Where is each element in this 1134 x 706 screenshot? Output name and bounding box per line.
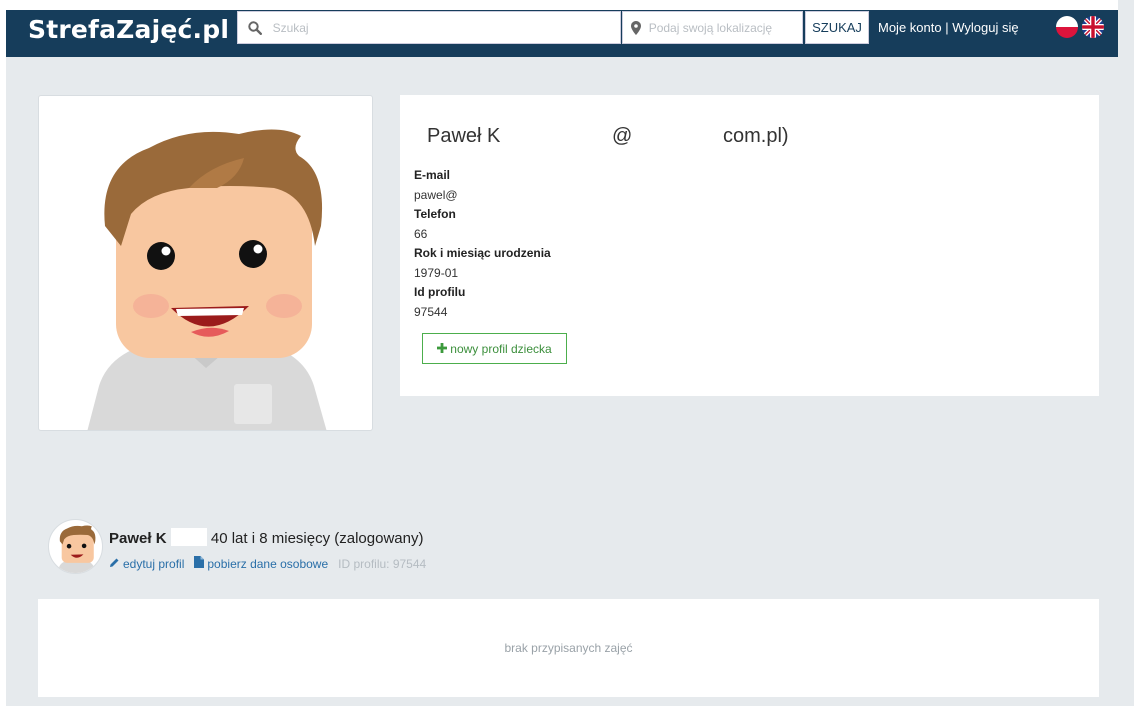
my-account-link[interactable]: Moje konto [878, 20, 942, 35]
file-icon [194, 556, 205, 571]
redacted-block [170, 528, 207, 546]
field-value-phone: 66 [414, 226, 428, 241]
search-button[interactable]: SZUKAJ [805, 11, 869, 44]
download-personal-data-label: pobierz dane osobowe [207, 556, 329, 571]
location-input[interactable] [648, 20, 802, 35]
location-field[interactable] [622, 11, 803, 44]
logout-link[interactable]: Wyloguj się [952, 20, 1018, 35]
profile-heading: Paweł K @ com.pl) [427, 125, 789, 148]
profile-info-card: Paweł K @ com.pl) E-mail pawel@ Telefon … [400, 95, 1099, 396]
search-input[interactable] [272, 20, 620, 35]
edit-profile-link[interactable]: edytuj profil [109, 557, 184, 571]
field-label-email: E-mail [414, 168, 451, 182]
new-child-profile-label: nowy profil dziecka [450, 341, 552, 356]
child-profile-id: ID profilu: 97544 [338, 556, 427, 571]
separator: | [945, 20, 949, 35]
profile-avatar [38, 95, 373, 431]
account-links: Moje konto | Wyloguj się [878, 20, 1019, 35]
profile-name: Paweł K [427, 125, 501, 147]
uk-flag-icon[interactable] [1082, 16, 1104, 38]
field-value-email: pawel@ [414, 187, 458, 202]
search-field[interactable] [237, 11, 621, 44]
language-switcher [1056, 16, 1104, 38]
new-child-profile-button[interactable]: nowy profil dziecka [422, 333, 567, 364]
cartoon-avatar-icon [57, 525, 96, 573]
field-label-profile-id: Id profilu [414, 285, 466, 299]
field-value-birth: 1979-01 [414, 265, 459, 280]
plus-icon [437, 342, 448, 356]
no-classes-message: brak przypisanych zajęć [504, 641, 633, 655]
field-label-birth: Rok i miesiąc urodzenia [414, 246, 551, 260]
polish-flag-icon[interactable] [1056, 16, 1078, 38]
email-at: @ [612, 125, 633, 147]
field-value-profile-id: 97544 [414, 304, 448, 319]
child-name: Paweł K [109, 530, 167, 547]
cartoon-avatar-icon [87, 129, 327, 430]
download-personal-data-link[interactable]: pobierz dane osobowe [194, 556, 328, 571]
profile-fields: E-mail pawel@ Telefon 66 Rok i miesiąc u… [414, 166, 551, 322]
classes-panel: brak przypisanych zajęć [38, 599, 1099, 697]
child-avatar [48, 519, 103, 574]
field-label-phone: Telefon [414, 207, 456, 221]
child-age: 40 lat i 8 miesięcy (zalogowany) [210, 530, 424, 547]
map-marker-icon [623, 20, 649, 35]
top-navbar: StrefaZajęć.pl SZUKAJ Moje konto | Wylog… [6, 0, 1118, 57]
brand-logo[interactable]: StrefaZajęć.pl [28, 15, 229, 44]
search-icon [238, 20, 273, 35]
pencil-icon [109, 557, 120, 571]
edit-profile-label: edytuj profil [123, 556, 185, 571]
email-domain: com.pl) [723, 125, 789, 147]
child-name-line: Paweł K 40 lat i 8 miesięcy (zalogowany) [109, 528, 423, 547]
child-actions: edytuj profil pobierz dane osobowe ID pr… [109, 556, 426, 571]
